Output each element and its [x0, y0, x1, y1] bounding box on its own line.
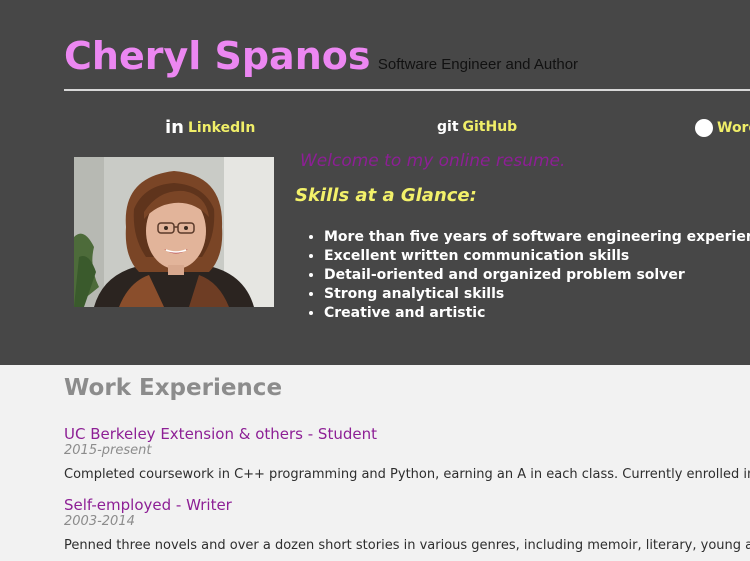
- git-icon: git: [437, 119, 459, 135]
- github-label: GitHub: [462, 119, 518, 135]
- welcome-text: Welcome to my online resume.: [300, 151, 566, 171]
- list-item: Strong analytical skills: [324, 285, 750, 304]
- wordpress-link[interactable]: W Word: [695, 119, 750, 137]
- skills-heading: Skills at a Glance:: [295, 185, 477, 206]
- name-row: Cheryl Spanos Software Engineer and Auth…: [64, 34, 578, 78]
- skills-list: More than five years of software enginee…: [300, 228, 750, 323]
- page-title: Cheryl Spanos: [64, 34, 371, 78]
- job-dates: 2015-present: [64, 443, 152, 458]
- github-link[interactable]: git GitHub: [437, 119, 517, 135]
- job-title: UC Berkeley Extension & others - Student: [64, 425, 377, 443]
- linkedin-icon: in: [165, 117, 184, 138]
- header-divider: [64, 89, 750, 91]
- list-item: Excellent written communication skills: [324, 247, 750, 266]
- section-title: Work Experience: [64, 375, 283, 401]
- list-item: Detail-oriented and organized problem so…: [324, 266, 750, 285]
- linkedin-link[interactable]: in LinkedIn: [165, 119, 255, 137]
- list-item: More than five years of software enginee…: [324, 228, 750, 247]
- job-dates: 2003-2014: [64, 514, 135, 529]
- tagline: Software Engineer and Author: [377, 56, 579, 73]
- header: Cheryl Spanos Software Engineer and Auth…: [0, 0, 750, 365]
- job-title: Self-employed - Writer: [64, 496, 232, 514]
- list-item: Creative and artistic: [324, 304, 750, 323]
- job-description: Penned three novels and over a dozen sho…: [64, 538, 750, 553]
- wordpress-label: Word: [717, 120, 750, 136]
- linkedin-label: LinkedIn: [187, 120, 256, 136]
- job-description: Completed coursework in C++ programming …: [64, 467, 750, 482]
- wordpress-icon: W: [695, 119, 713, 137]
- profile-photo: [74, 157, 274, 307]
- work-experience-section: Work Experience UC Berkeley Extension & …: [0, 365, 750, 561]
